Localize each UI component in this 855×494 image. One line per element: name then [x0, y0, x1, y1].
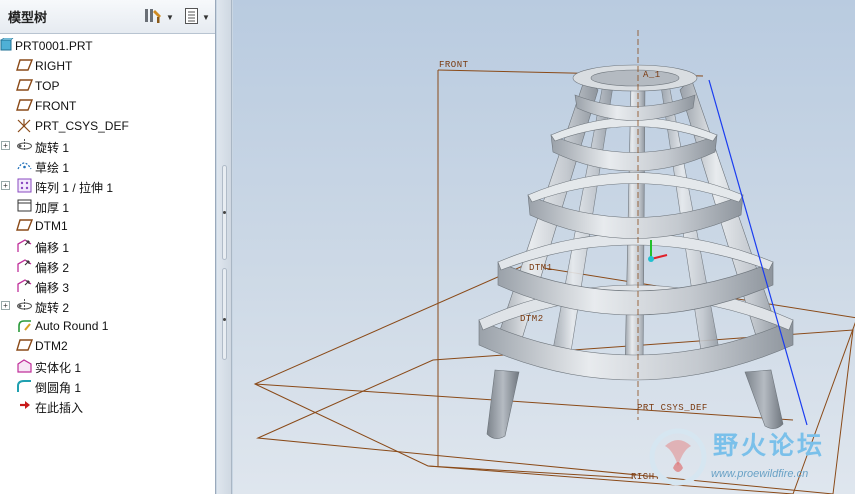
auto-round-icon: [16, 318, 33, 334]
tree-item-label: 旋转 1: [35, 141, 70, 155]
dtm1-label: DTM1: [529, 263, 553, 273]
tree-item-label: RIGHT: [35, 59, 73, 73]
csys-icon: [16, 118, 33, 134]
tree-item[interactable]: + 阵列 1 / 拉伸 1: [0, 176, 215, 196]
watermark-logo-icon: [649, 428, 707, 486]
tree-item-label: 偏移 1: [35, 241, 70, 255]
tree-item[interactable]: 实体化 1: [0, 356, 215, 376]
expand-icon[interactable]: +: [1, 301, 10, 310]
tree-item[interactable]: FRONT: [0, 96, 215, 116]
tree-settings-button[interactable]: ▼: [144, 8, 174, 26]
datum-plane-icon: [16, 218, 34, 234]
watermark-title: 野火论坛: [713, 431, 826, 460]
tree-item[interactable]: + 旋转 1: [0, 136, 215, 156]
offset-icon: [16, 278, 33, 294]
panel-splitter[interactable]: [217, 0, 232, 494]
csys-label: PRT_CSYS_DEF: [637, 403, 708, 413]
datum-plane-icon: [16, 98, 34, 114]
sketch-icon: [16, 158, 33, 174]
tree-settings-icon: [144, 7, 164, 28]
solidify-icon: [16, 358, 33, 374]
splitter-dot: [223, 211, 226, 214]
tree-item-label: PRT_CSYS_DEF: [35, 119, 129, 133]
splitter-grip-bottom[interactable]: [222, 268, 227, 360]
tree-item[interactable]: + 旋转 2: [0, 296, 215, 316]
expand-icon[interactable]: +: [1, 141, 10, 150]
revolve-icon: [16, 138, 33, 154]
model-tree-title: 模型树: [8, 10, 48, 25]
pattern-icon: [16, 178, 33, 194]
splitter-dot: [223, 318, 226, 321]
lamp-cage: [478, 64, 794, 381]
tree-item-label: FRONT: [35, 99, 77, 113]
chevron-down-icon: ▼: [166, 12, 174, 22]
tree-item-label: 倒圆角 1: [35, 381, 82, 395]
tree-item[interactable]: 偏移 3: [0, 276, 215, 296]
round-icon: [16, 378, 33, 394]
front-plane-label: FRONT: [439, 60, 469, 70]
tree-item-label: Auto Round 1: [35, 319, 109, 333]
tree-item[interactable]: PRT0001.PRT: [0, 36, 215, 56]
tree-columns-icon: [184, 7, 200, 28]
revolve-icon: [16, 298, 33, 314]
offset-icon: [16, 238, 33, 254]
thicken-icon: [16, 198, 33, 214]
tree-item-label: 阵列 1 / 拉伸 1: [35, 181, 114, 195]
expand-icon[interactable]: +: [1, 181, 10, 190]
tree-item-label: DTM2: [35, 339, 68, 353]
insert-here-arrow-icon: [16, 398, 33, 414]
tree-item-label: 草绘 1: [35, 161, 70, 175]
tree-item-label: 旋转 2: [35, 301, 70, 315]
chevron-down-icon: ▼: [202, 12, 210, 22]
tree-item-label: 加厚 1: [35, 201, 70, 215]
model-tree-panel: 模型树 ▼ ▼ PRT0001.PRT RIGHT TOP FRONT PRT_…: [0, 0, 216, 494]
tree-item[interactable]: DTM2: [0, 336, 215, 356]
tree-item[interactable]: 在此插入: [0, 396, 215, 416]
tree-columns-button[interactable]: ▼: [184, 7, 210, 28]
datum-plane-icon: [16, 78, 34, 94]
watermark-url: www.proewildfire.cn: [711, 468, 809, 480]
tree-item[interactable]: 倒圆角 1: [0, 376, 215, 396]
tree-item[interactable]: Auto Round 1: [0, 316, 215, 336]
tree-item-label: DTM1: [35, 219, 68, 233]
model-tree-header: 模型树 ▼ ▼: [0, 0, 215, 34]
dtm2-label: DTM2: [520, 314, 544, 324]
datum-plane-icon: [16, 338, 34, 354]
tree-item[interactable]: DTM1: [0, 216, 215, 236]
tree-item-label: 在此插入: [35, 401, 84, 415]
tree-item-label: 实体化 1: [35, 361, 82, 375]
graphics-viewport[interactable]: FRONT A_1 DTM1 DTM2 PRT_CSYS_DEF RIGHT 野…: [233, 0, 855, 494]
tree-item[interactable]: RIGHT: [0, 56, 215, 76]
datum-plane-icon: [16, 58, 34, 74]
model-graphics: [253, 30, 855, 494]
tree-item-label: 偏移 3: [35, 281, 70, 295]
tree-item-label: TOP: [35, 79, 60, 93]
forum-watermark: 野火论坛 www.proewildfire.cn: [645, 422, 855, 492]
axis-a1-label: A_1: [643, 70, 661, 80]
tree-item[interactable]: 偏移 2: [0, 256, 215, 276]
model-tree-list: PRT0001.PRT RIGHT TOP FRONT PRT_CSYS_DEF + 旋转 …: [0, 36, 215, 416]
tree-item[interactable]: 加厚 1: [0, 196, 215, 216]
tree-item-label: 偏移 2: [35, 261, 70, 275]
tree-item[interactable]: 偏移 1: [0, 236, 215, 256]
tree-item[interactable]: 草绘 1: [0, 156, 215, 176]
tree-item-label: PRT0001.PRT: [15, 39, 93, 53]
offset-icon: [16, 258, 33, 274]
tree-item[interactable]: PRT_CSYS_DEF: [0, 116, 215, 136]
tree-item[interactable]: TOP: [0, 76, 215, 96]
